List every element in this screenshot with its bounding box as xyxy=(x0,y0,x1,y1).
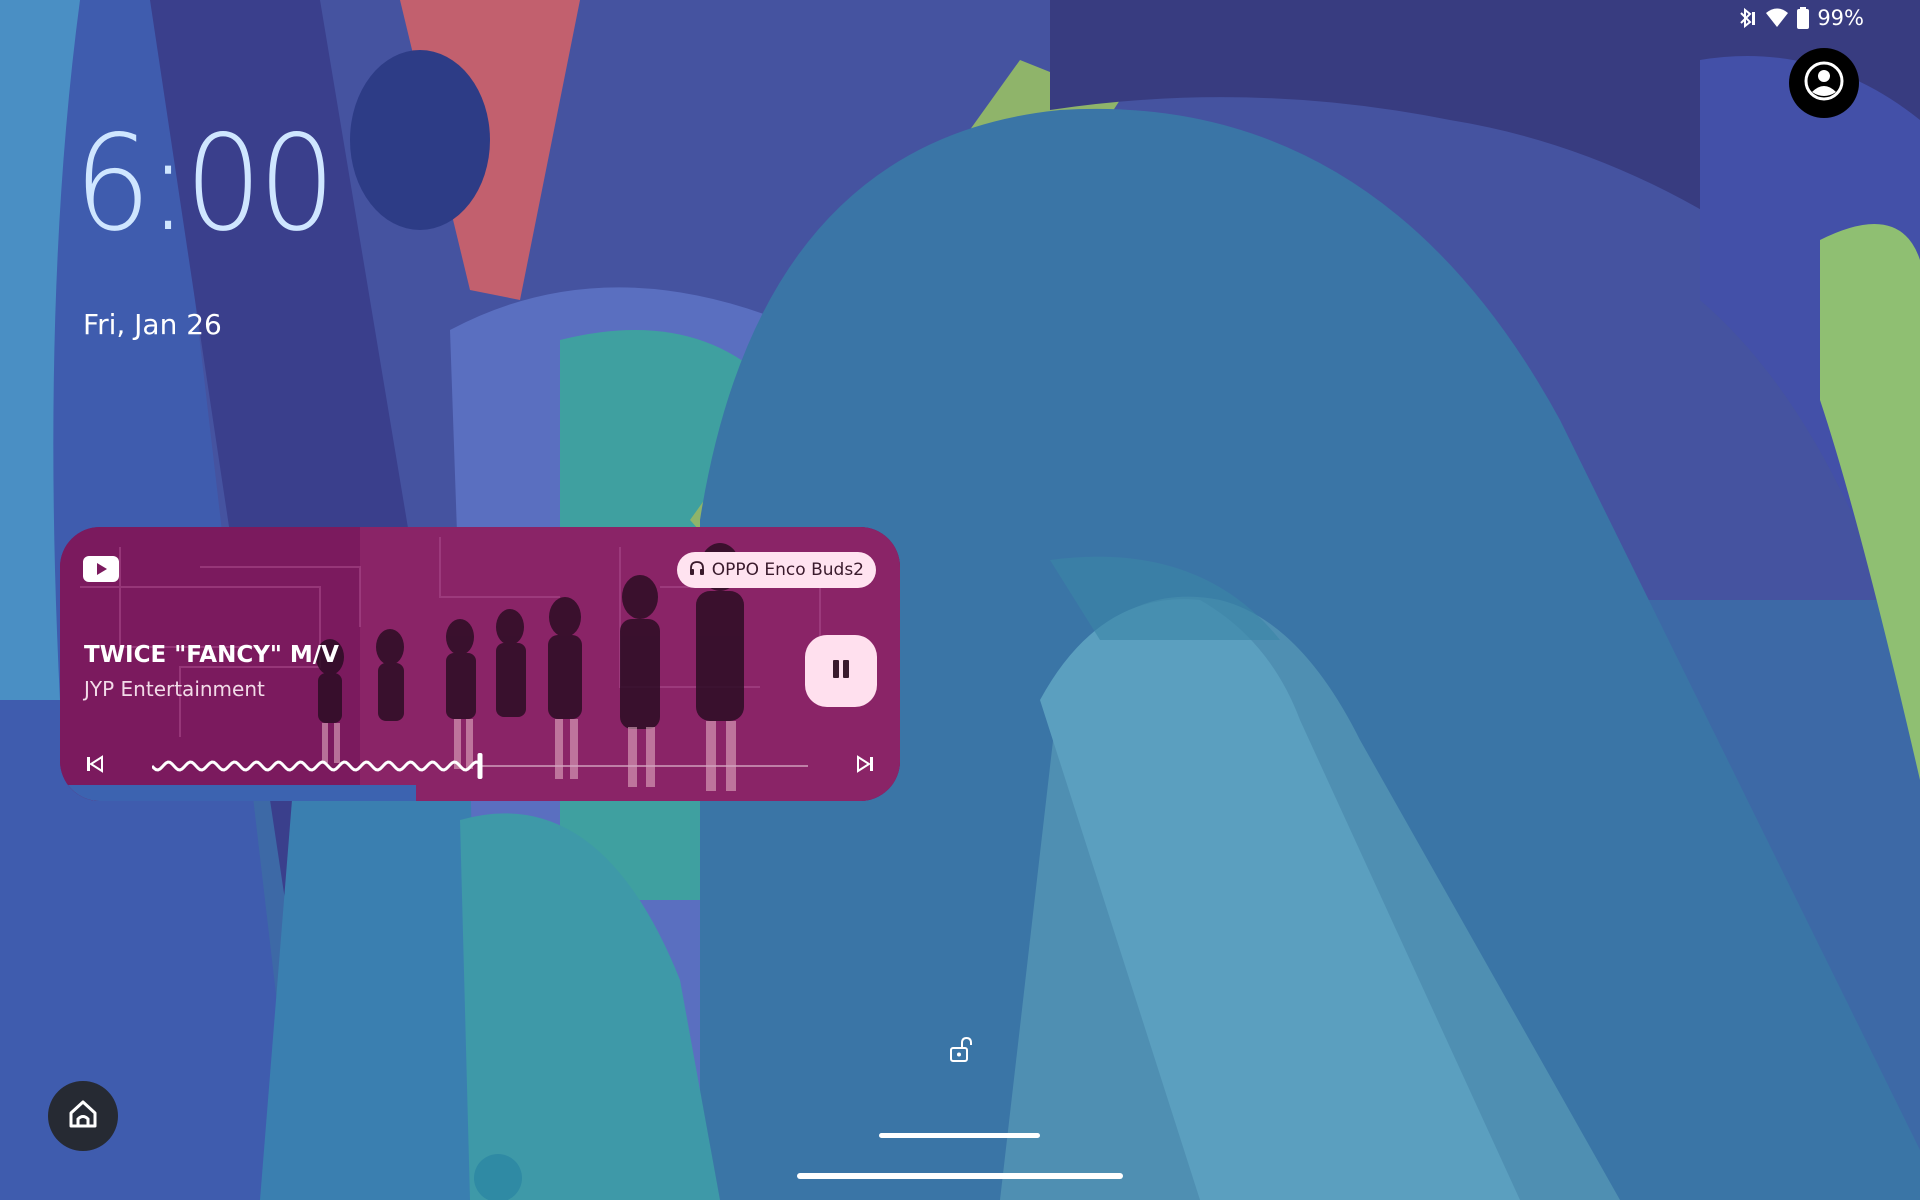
next-track-button[interactable] xyxy=(850,751,880,781)
pause-button[interactable] xyxy=(805,635,877,707)
wifi-icon xyxy=(1765,7,1789,29)
youtube-icon xyxy=(83,556,119,582)
battery-percentage: 99% xyxy=(1817,6,1864,30)
lockscreen-date: Fri, Jan 26 xyxy=(83,308,222,341)
skip-next-icon xyxy=(855,754,875,778)
lockscreen-clock: 6:00 xyxy=(74,107,336,261)
output-device-label: OPPO Enco Buds2 xyxy=(711,560,864,580)
media-player-card[interactable]: OPPO Enco Buds2 TWICE "FANCY" M/V JYP En… xyxy=(60,527,900,801)
headphones-icon xyxy=(689,560,705,581)
navigation-handle[interactable] xyxy=(797,1173,1123,1179)
output-device-chip[interactable]: OPPO Enco Buds2 xyxy=(676,552,876,588)
lock-open-icon xyxy=(946,1035,976,1065)
home-icon xyxy=(68,1099,98,1133)
pause-icon xyxy=(830,658,852,684)
battery-icon xyxy=(1797,7,1810,29)
media-title: TWICE "FANCY" M/V xyxy=(84,642,339,668)
seek-bar[interactable] xyxy=(152,749,808,783)
bluetooth-icon xyxy=(1735,7,1757,29)
user-switcher-button[interactable] xyxy=(1789,48,1859,118)
status-bar: 99% xyxy=(1735,6,1864,30)
media-artist: JYP Entertainment xyxy=(84,677,265,701)
account-circle-icon xyxy=(1803,60,1845,106)
skip-previous-icon xyxy=(85,754,105,778)
previous-track-button[interactable] xyxy=(80,751,110,781)
swipe-up-indicator xyxy=(879,1133,1040,1138)
home-controls-button[interactable] xyxy=(48,1081,118,1151)
